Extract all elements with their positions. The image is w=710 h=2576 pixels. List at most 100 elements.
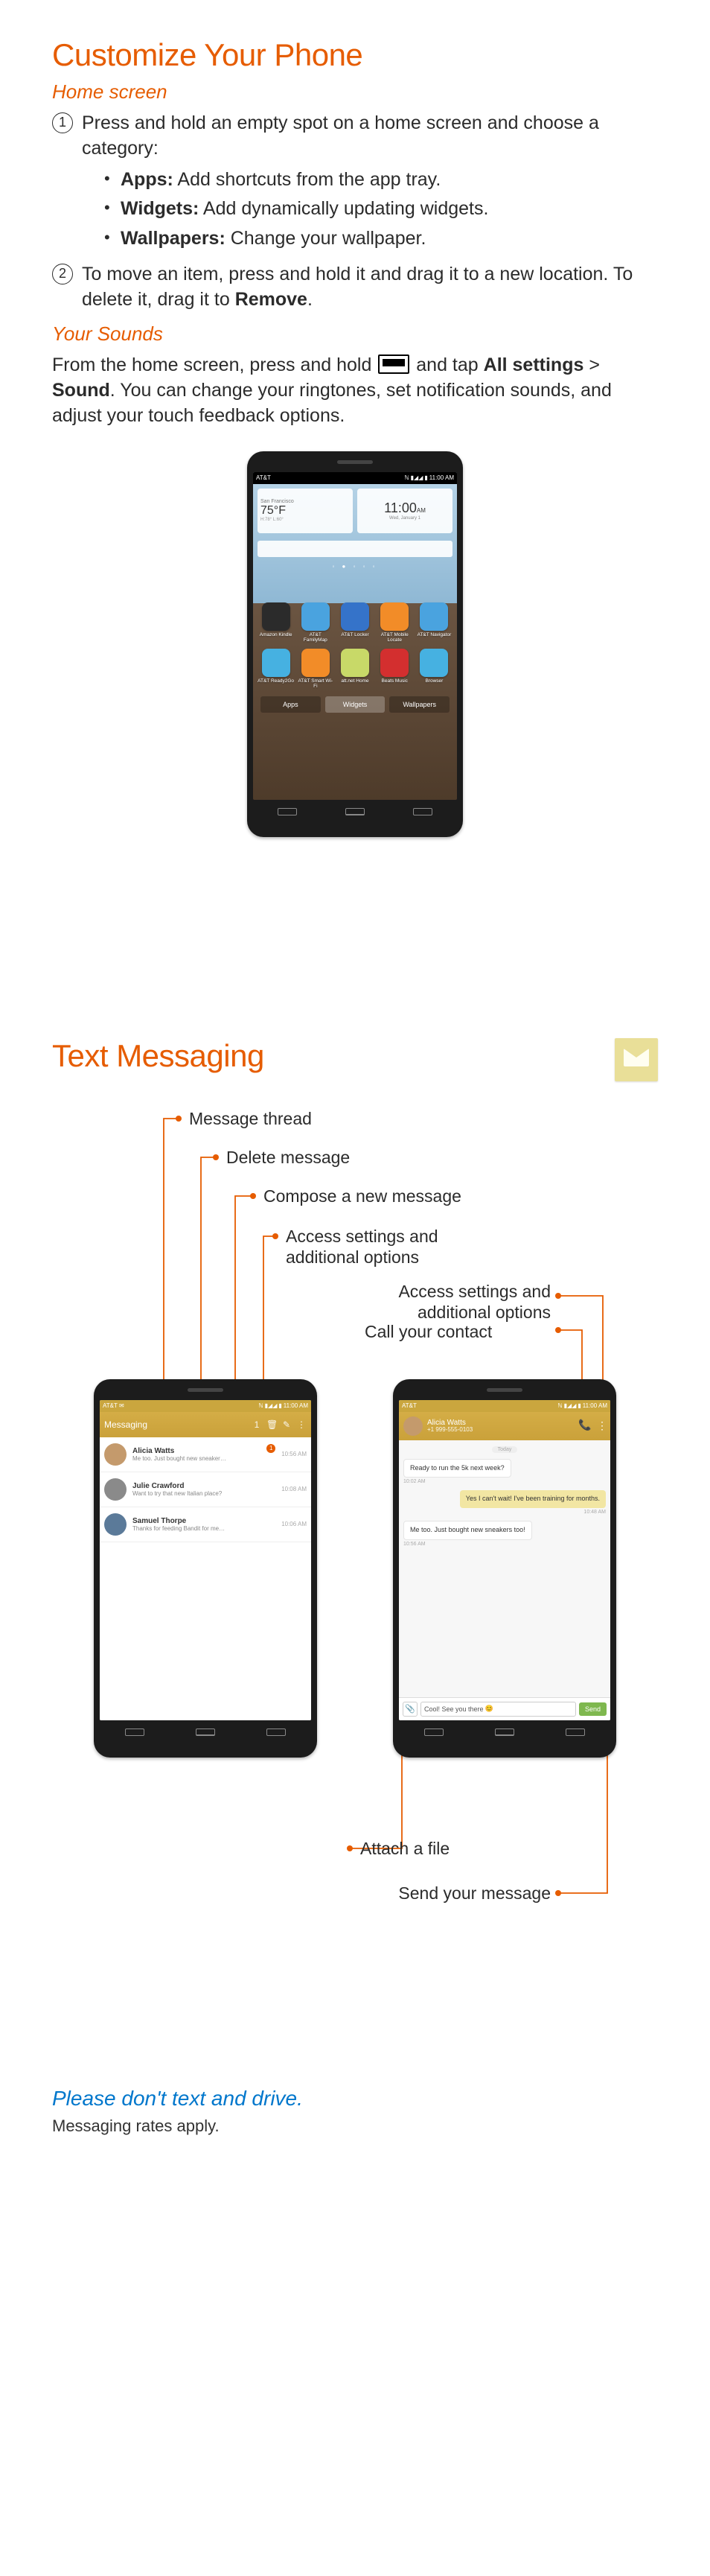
carrier-label: AT&T (103, 1402, 118, 1409)
conv-preview: Thanks for feeding Bandit for me… (132, 1525, 252, 1532)
send-button: Send (579, 1702, 607, 1716)
app-item: AT&T Locker (336, 602, 373, 643)
app-label: AT&T Mobile Locate (377, 632, 413, 643)
customize-title: Customize Your Phone (52, 37, 658, 73)
conv-time: 10:08 AM (281, 1486, 307, 1492)
your-sounds-heading: Your Sounds (52, 322, 658, 346)
clock-time: 11:00 (384, 500, 417, 515)
step2-c: . (307, 289, 313, 310)
avatar (104, 1478, 127, 1501)
bullet-widgets-label: Widgets: (121, 198, 199, 219)
nfc-icon: ℕ (404, 474, 409, 481)
recents-icon (413, 808, 432, 815)
sounds-a: From the home screen, press and hold (52, 354, 377, 375)
avatar (104, 1443, 127, 1466)
compose-bar: 📎 Cool! See you there 😊 Send (399, 1697, 610, 1720)
bullet-apps: Apps: Add shortcuts from the app tray. (104, 168, 658, 193)
app-icon (341, 649, 369, 677)
app-icon (262, 602, 290, 631)
bullet-apps-label: Apps: (121, 169, 173, 190)
app-icon (380, 602, 409, 631)
callout-call: Call your contact (365, 1321, 492, 1343)
app-label: att.net Home (336, 678, 373, 684)
message-time: 10:02 AM (403, 1479, 426, 1484)
clock-ampm: AM (417, 507, 426, 514)
home-screen-mock: AT&T ℕ ▮◢◢ ▮ 11:00 AM San Francisco 75°F… (247, 451, 463, 837)
recent-apps-icon (378, 354, 409, 374)
nfc-icon: ℕ (557, 1402, 562, 1409)
conv-preview: Me too. Just bought new sneaker… (132, 1455, 252, 1462)
sounds-paragraph: From the home screen, press and hold and… (52, 353, 658, 428)
callout-compose: Compose a new message (263, 1186, 461, 1207)
conv-time: 10:06 AM (281, 1521, 307, 1527)
app-icon (262, 649, 290, 677)
weather-range: H:78° L:60° (260, 518, 350, 522)
emoji-icon: 😊 (485, 1705, 493, 1713)
contact-phone: +1 999-555-0103 (427, 1427, 573, 1434)
nfc-icon: ℕ (258, 1402, 263, 1409)
conv-name: Alicia Watts (132, 1447, 265, 1455)
status-bar: AT&T ℕ ▮◢◢ ▮ 11:00 AM (253, 472, 457, 484)
contact-name: Alicia Watts (427, 1419, 573, 1427)
status-time: 11:00 AM (284, 1402, 308, 1409)
callout-thread: Message thread (189, 1108, 312, 1130)
app-label: AT&T FamilyMap (297, 632, 333, 643)
battery-icon: ▮ (278, 1402, 281, 1409)
messaging-app-icon (615, 1038, 658, 1081)
bullet-widgets-text: Add dynamically updating widgets. (199, 198, 488, 219)
app-icon (420, 602, 448, 631)
bullet-wallpapers-label: Wallpapers: (121, 228, 226, 249)
conv-name: Samuel Thorpe (132, 1517, 275, 1525)
carrier-label: AT&T (402, 1402, 417, 1409)
conversation-row: Julie CrawfordWant to try that new Itali… (100, 1472, 311, 1507)
app-label: AT&T Smart Wi-Fi (297, 678, 333, 689)
messaging-rates: Messaging rates apply. (52, 2115, 658, 2137)
bullet-wallpapers-text: Change your wallpaper. (226, 228, 426, 249)
step-1: Press and hold an empty spot on a home s… (52, 111, 658, 252)
callout-send: Send your message (372, 1883, 551, 1904)
home-icon (196, 1729, 215, 1736)
conversation-row: Samuel ThorpeThanks for feeding Bandit f… (100, 1507, 311, 1542)
dont-text-drive: Please don't text and drive. (52, 2087, 658, 2111)
callout-settings-left: Access settings and additional options (286, 1226, 509, 1269)
sounds-c: All settings (484, 354, 584, 375)
text-messaging-title: Text Messaging (52, 1038, 264, 1074)
nav-bar (100, 1725, 311, 1740)
thread-header: Alicia Watts +1 999-555-0103 📞 ⋮ (399, 1412, 610, 1440)
tab-apps: Apps (260, 696, 321, 713)
app-item: AT&T Mobile Locate (377, 602, 413, 643)
step1-intro: Press and hold an empty spot on a home s… (82, 112, 599, 159)
app-icon (301, 649, 330, 677)
messaging-thread-mock: AT&T ℕ ▮◢◢ ▮ 11:00 AM Alicia Watts +1 99… (393, 1379, 616, 1758)
bullet-apps-text: Add shortcuts from the app tray. (173, 169, 441, 190)
avatar (403, 1416, 423, 1436)
battery-icon: ▮ (578, 1402, 581, 1409)
weather-temp: 75°F (260, 504, 350, 518)
recents-icon (266, 1729, 286, 1736)
app-icon (380, 649, 409, 677)
recents-icon (566, 1729, 585, 1736)
delete-icon: 🗑 (266, 1419, 277, 1430)
attach-icon: 📎 (403, 1702, 418, 1717)
clock-day: Wed, January 1 (389, 516, 420, 521)
message-time: 10:48 AM (583, 1510, 606, 1515)
app-item: Browser (416, 649, 452, 689)
avatar (104, 1513, 127, 1536)
unread-badge: 1 (266, 1444, 275, 1453)
app-label: Browser (416, 678, 452, 684)
conv-name: Julie Crawford (132, 1482, 275, 1490)
weather-city: San Francisco (260, 499, 350, 504)
app-item: AT&T Navigator (416, 602, 452, 643)
compose-text: Cool! See you there (424, 1705, 484, 1713)
status-time: 11:00 AM (429, 474, 454, 481)
status-bar: AT&T ℕ ▮◢◢ ▮ 11:00 AM (399, 1400, 610, 1412)
bullet-widgets: Widgets: Add dynamically updating widget… (104, 197, 658, 222)
app-label: Amazon Kindle (258, 632, 294, 637)
nav-bar (253, 804, 457, 819)
more-icon: ⋮ (597, 1419, 606, 1432)
back-icon (278, 808, 297, 815)
messaging-diagram: Message thread Delete message Compose a … (52, 1104, 658, 1997)
app-label: AT&T Navigator (416, 632, 452, 637)
app-label: Beats Music (377, 678, 413, 684)
step-2: To move an item, press and hold it and d… (52, 262, 658, 313)
